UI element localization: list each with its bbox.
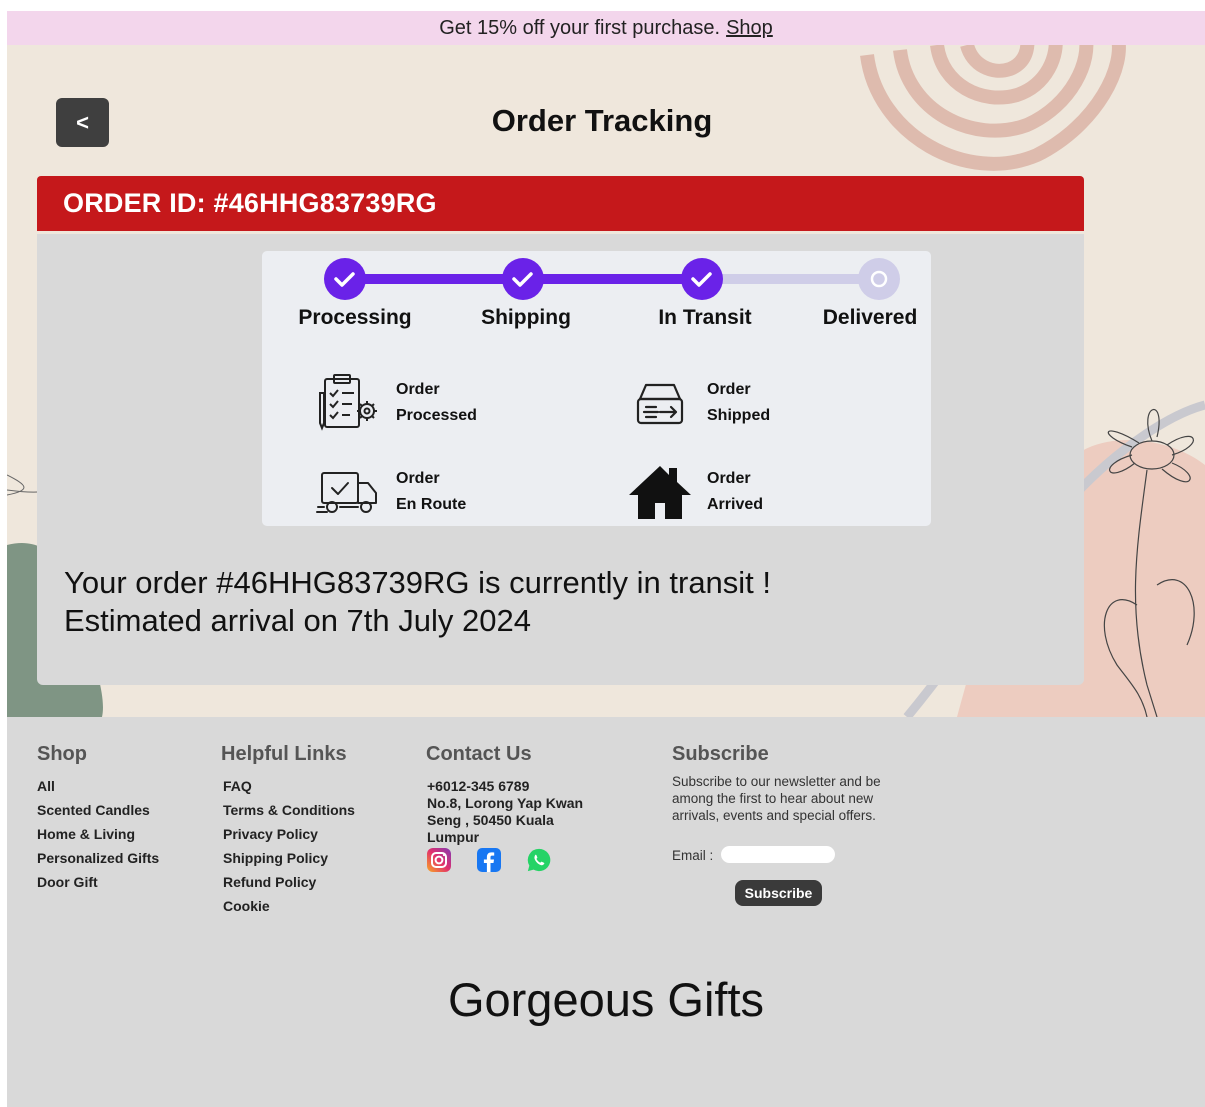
email-field[interactable] [721, 846, 835, 863]
step-dot-in-transit [681, 258, 723, 300]
status-processed-line2: Processed [396, 407, 477, 424]
order-id: ORDER ID: #46HHG83739RG [63, 188, 437, 218]
step-dot-delivered [858, 258, 900, 300]
social-links [426, 847, 552, 873]
house-icon [627, 462, 693, 522]
order-id-bar: ORDER ID: #46HHG83739RG [37, 176, 1084, 231]
footer: Shop All Scented Candles Home & Living P… [7, 717, 1205, 1107]
status-arrived-line1: Order [707, 470, 751, 487]
status-shipped-line1: Order [707, 381, 751, 398]
footer-link-terms[interactable]: Terms & Conditions [223, 801, 355, 825]
brand-name: Gorgeous Gifts [447, 973, 765, 1026]
status-en-route-line2: En Route [396, 496, 467, 513]
delivery-truck-icon [316, 462, 382, 522]
promo-text: Get 15% off your first purchase. [439, 16, 721, 39]
footer-link-cookie[interactable]: Cookie [223, 897, 355, 921]
contact-details: +6012-345 6789 No.8, Lorong Yap Kwan Sen… [427, 778, 602, 846]
status-order-en-route: Order En Route [316, 462, 466, 522]
subscribe-description: Subscribe to our newsletter and be among… [672, 774, 881, 823]
footer-link-home-living[interactable]: Home & Living [37, 825, 159, 849]
facebook-icon[interactable] [476, 847, 502, 873]
page: Get 15% off your first purchase. Shop < … [7, 11, 1205, 1107]
promo-banner: Get 15% off your first purchase. Shop [7, 11, 1205, 45]
tracker-card: Processing Shipping In Transit Delivered [262, 251, 931, 526]
status-shipped-line2: Shipped [707, 407, 771, 424]
footer-subscribe-title: Subscribe [672, 743, 769, 765]
footer-helpful-links: FAQ Terms & Conditions Privacy Policy Sh… [223, 777, 355, 921]
whatsapp-icon[interactable] [526, 847, 552, 873]
box-arrow-icon [627, 373, 693, 433]
clipboard-gear-icon [316, 373, 382, 433]
footer-link-all[interactable]: All [37, 777, 159, 801]
status-processed-line1: Order [396, 381, 440, 398]
status-arrived-line2: Arrived [707, 496, 764, 513]
status-en-route-line1: Order [396, 470, 440, 487]
footer-link-privacy[interactable]: Privacy Policy [223, 825, 355, 849]
footer-contact-title: Contact Us [426, 743, 532, 765]
progress-track [324, 258, 900, 300]
footer-link-personalized-gifts[interactable]: Personalized Gifts [37, 849, 159, 873]
status-order-processed: Order Processed [316, 373, 477, 433]
status-order-arrived: Order Arrived [627, 462, 763, 522]
subscribe-button[interactable]: Subscribe [735, 880, 822, 906]
footer-link-scented-candles[interactable]: Scented Candles [37, 801, 159, 825]
transit-message: Your order #46HHG83739RG is currently in… [64, 564, 771, 640]
order-panel: Processing Shipping In Transit Delivered [37, 234, 1084, 685]
contact-phone: +6012-345 6789 [427, 778, 530, 794]
step-dot-processing [324, 258, 366, 300]
back-button[interactable]: < [56, 98, 109, 147]
contact-address: No.8, Lorong Yap Kwan Seng , 50450 Kuala… [427, 795, 584, 845]
message-line2: Estimated arrival on 7th July 2024 [64, 603, 531, 638]
step-label-in-transit: In Transit [658, 306, 752, 329]
footer-link-door-gift[interactable]: Door Gift [37, 873, 159, 897]
step-label-delivered: Delivered [822, 306, 918, 329]
step-dot-shipping [502, 258, 544, 300]
footer-shop-links: All Scented Candles Home & Living Person… [37, 777, 159, 897]
page-title: Order Tracking [491, 103, 713, 138]
footer-helpful-title: Helpful Links [221, 743, 347, 765]
footer-shop-title: Shop [37, 743, 87, 765]
status-order-shipped: Order Shipped [627, 373, 770, 433]
step-label-processing: Processing [298, 306, 412, 329]
footer-link-faq[interactable]: FAQ [223, 777, 355, 801]
step-label-shipping: Shipping [481, 306, 571, 329]
promo-shop-link[interactable]: Shop [726, 17, 773, 40]
message-line1: Your order #46HHG83739RG is currently in… [64, 565, 772, 600]
footer-link-refund-policy[interactable]: Refund Policy [223, 873, 355, 897]
footer-link-shipping-policy[interactable]: Shipping Policy [223, 849, 355, 873]
instagram-icon[interactable] [426, 847, 452, 873]
email-label: Email : [672, 848, 714, 863]
